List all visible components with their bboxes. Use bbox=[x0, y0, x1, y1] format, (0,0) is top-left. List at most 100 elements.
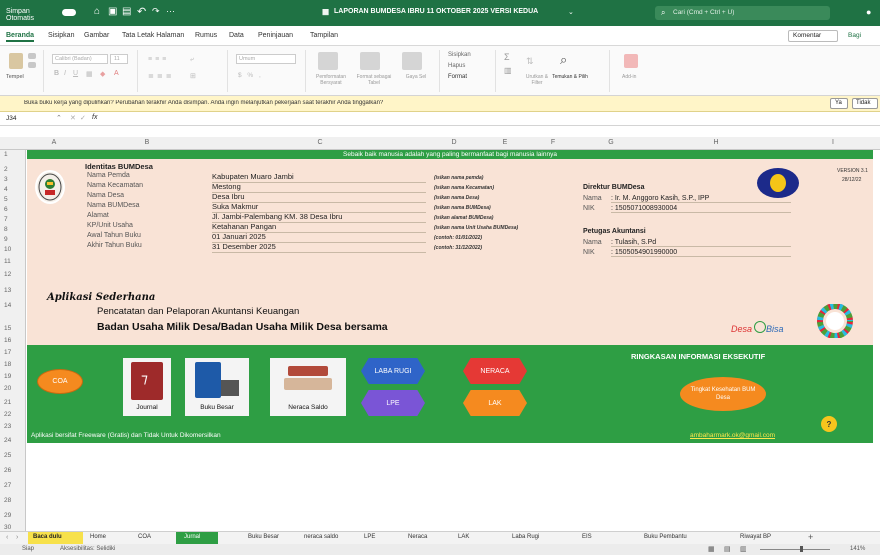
chevron-down-icon[interactable]: ⌄ bbox=[568, 8, 574, 16]
tab-peninjauan[interactable]: Peninjauan bbox=[258, 32, 293, 39]
more-icon[interactable]: ··· bbox=[166, 6, 175, 16]
tab-beranda[interactable]: Beranda bbox=[6, 32, 35, 42]
cut-icon[interactable] bbox=[28, 53, 36, 59]
save-icon[interactable]: ▣ bbox=[108, 6, 117, 17]
font-name-select[interactable]: Calibri (Badan) bbox=[52, 54, 108, 64]
fill-color-icon[interactable]: ◆ bbox=[100, 70, 105, 78]
row-header[interactable]: 24 bbox=[4, 437, 20, 444]
sheet-tab-lak[interactable]: LAK bbox=[458, 534, 469, 540]
print-icon[interactable]: ▤ bbox=[122, 6, 131, 17]
row-header[interactable]: 6 bbox=[4, 206, 20, 213]
home-icon[interactable]: ⌂ bbox=[94, 6, 100, 17]
sheet-tab-baca-dulu[interactable]: Baca dulu bbox=[28, 532, 83, 544]
tab-sisipkan[interactable]: Sisipkan bbox=[48, 32, 74, 39]
sheet-tab-coa[interactable]: COA bbox=[138, 534, 151, 540]
zoom-slider[interactable] bbox=[760, 549, 830, 550]
row-header[interactable]: 11 bbox=[4, 258, 20, 265]
sheet-tab-riwayat-bp[interactable]: Riwayat BP bbox=[740, 534, 771, 540]
addins-icon[interactable] bbox=[624, 54, 638, 68]
column-header[interactable]: I bbox=[786, 139, 880, 146]
row-header[interactable]: 5 bbox=[4, 196, 20, 203]
italic-icon[interactable]: I bbox=[64, 70, 66, 77]
paste-icon[interactable] bbox=[9, 53, 23, 69]
email-link[interactable]: ambaharmark.ok@gmail.com bbox=[690, 432, 775, 439]
recovery-yes-button[interactable]: Ya bbox=[830, 98, 848, 109]
help-button[interactable]: ? bbox=[821, 416, 837, 432]
neraca-button[interactable]: NERACA bbox=[463, 358, 527, 384]
column-header[interactable]: C bbox=[212, 139, 428, 146]
column-header[interactable]: A bbox=[26, 139, 82, 146]
sheet-tab-home[interactable]: Home bbox=[90, 534, 106, 540]
autosave-toggle[interactable] bbox=[62, 9, 76, 16]
bold-icon[interactable]: B bbox=[54, 70, 59, 77]
row-header[interactable]: 7 bbox=[4, 216, 20, 223]
sheet-tab-eis[interactable]: EIS bbox=[582, 534, 592, 540]
row-header[interactable]: 17 bbox=[4, 349, 20, 356]
conditional-format-icon[interactable] bbox=[318, 52, 338, 70]
row-header[interactable]: 16 bbox=[4, 337, 20, 344]
copy-icon[interactable] bbox=[28, 62, 36, 68]
zoom-slider-thumb[interactable] bbox=[800, 546, 803, 552]
border-icon[interactable]: ▦ bbox=[86, 70, 93, 78]
row-header[interactable]: 22 bbox=[4, 411, 20, 418]
row-header[interactable]: 13 bbox=[4, 287, 20, 294]
undo-icon[interactable]: ↶ bbox=[137, 5, 146, 18]
row-header[interactable]: 20 bbox=[4, 385, 20, 392]
accountant-nik[interactable]: : 1505054901990000 bbox=[611, 249, 791, 257]
formula-input[interactable] bbox=[108, 114, 868, 124]
accountant-name[interactable]: : Tulasih, S.Pd bbox=[611, 239, 791, 247]
director-nik[interactable]: : 1505071008930004 bbox=[611, 205, 791, 213]
tab-rumus[interactable]: Rumus bbox=[195, 32, 217, 39]
cancel-edit-icon[interactable]: ✕ bbox=[70, 114, 76, 122]
column-header[interactable]: D bbox=[428, 139, 480, 146]
underline-icon[interactable]: U bbox=[73, 70, 78, 77]
director-name[interactable]: : Ir. M. Anggoro Kasih, S.P., IPP bbox=[611, 195, 791, 203]
row-header[interactable]: 15 bbox=[4, 325, 20, 332]
add-sheet-button[interactable]: + bbox=[808, 532, 813, 542]
align-left-icons[interactable]: ≣≣≣ bbox=[148, 72, 175, 80]
sheet-tab-jurnal[interactable]: Jurnal bbox=[176, 532, 218, 544]
font-size-select[interactable]: 11 bbox=[110, 54, 128, 64]
row-header[interactable]: 26 bbox=[4, 467, 20, 474]
align-top-icons[interactable]: ≡≡≡ bbox=[148, 56, 169, 63]
sheet-tab-buku-besar[interactable]: Buku Besar bbox=[248, 534, 279, 540]
row-header[interactable]: 2 bbox=[4, 166, 20, 173]
row-header[interactable]: 29 bbox=[4, 512, 20, 519]
autosum-icon[interactable]: Σ bbox=[504, 52, 510, 62]
sheet-tab-laba-rugi[interactable]: Laba Rugi bbox=[512, 534, 539, 540]
row-header[interactable]: 1 bbox=[4, 151, 20, 158]
comment-button[interactable]: Komentar bbox=[788, 30, 838, 42]
row-header[interactable]: 3 bbox=[4, 176, 20, 183]
fill-icon[interactable]: ▥ bbox=[504, 66, 512, 75]
sheet-tab-lpe[interactable]: LPE bbox=[364, 534, 375, 540]
accessibility-status[interactable]: Aksesibilitas: Selidiki bbox=[60, 546, 115, 552]
table-format-icon[interactable] bbox=[360, 52, 380, 70]
number-format-select[interactable]: Umum bbox=[236, 54, 296, 64]
row-header[interactable]: 30 bbox=[4, 524, 20, 531]
cell-styles-icon[interactable] bbox=[402, 52, 422, 70]
journal-button[interactable]: ⁊ Journal bbox=[123, 358, 171, 416]
merge-icon[interactable]: ⊞ bbox=[190, 72, 196, 80]
row-header[interactable]: 8 bbox=[4, 226, 20, 233]
neraca-saldo-button[interactable]: Neraca Saldo bbox=[270, 358, 346, 416]
row-header[interactable]: 23 bbox=[4, 423, 20, 430]
row-header[interactable]: 25 bbox=[4, 452, 20, 459]
row-header[interactable]: 21 bbox=[4, 399, 20, 406]
currency-percent-icons[interactable]: $ % , bbox=[238, 72, 263, 79]
coa-button[interactable]: COA bbox=[37, 369, 83, 394]
search-box[interactable]: ⌕ Cari (Cmd + Ctrl + U) bbox=[655, 6, 830, 20]
delete-cells-button[interactable]: Hapus bbox=[448, 63, 465, 69]
normal-view-icon[interactable]: ▦ bbox=[708, 545, 715, 553]
column-header[interactable]: F bbox=[530, 139, 576, 146]
sort-icon[interactable]: ⇅ bbox=[526, 56, 534, 67]
row-header[interactable]: 14 bbox=[4, 302, 20, 309]
tab-data[interactable]: Data bbox=[229, 32, 244, 39]
lpe-button[interactable]: LPE bbox=[361, 390, 425, 416]
row-header[interactable]: 12 bbox=[4, 271, 20, 278]
page-break-icon[interactable]: ▥ bbox=[740, 545, 747, 553]
laba-rugi-button[interactable]: LABA RUGI bbox=[361, 358, 425, 384]
name-box[interactable]: J34 bbox=[6, 115, 16, 122]
zoom-level[interactable]: 141% bbox=[850, 546, 865, 552]
row-header[interactable]: 28 bbox=[4, 497, 20, 504]
redo-icon[interactable]: ↷ bbox=[152, 6, 160, 17]
